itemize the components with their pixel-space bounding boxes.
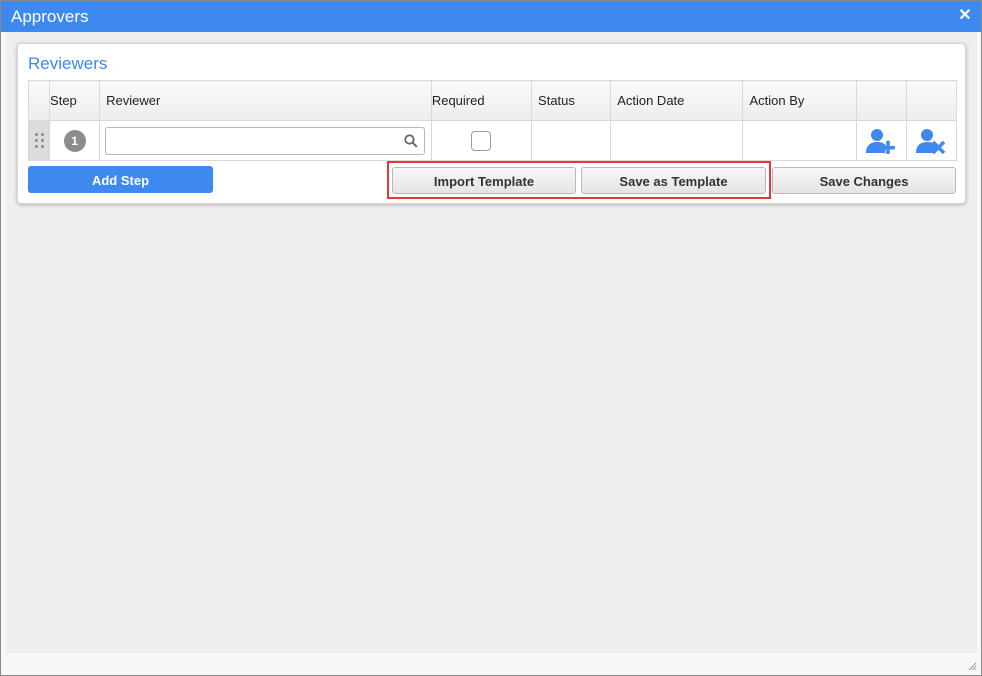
add-reviewer-cell — [855, 120, 907, 161]
status-cell — [531, 120, 612, 161]
panel-title: Reviewers — [28, 54, 108, 73]
header-add — [855, 80, 907, 121]
table-header-row: Step Reviewer Required Status Action Dat… — [27, 80, 958, 121]
save-changes-button[interactable]: Save Changes — [772, 167, 956, 194]
dialog-footer — [1, 653, 981, 675]
user-remove-icon[interactable] — [916, 128, 946, 154]
search-icon[interactable] — [404, 134, 418, 148]
remove-reviewer-cell — [905, 120, 958, 161]
reviewers-table: Step Reviewer Required Status Action Dat… — [27, 80, 958, 161]
table-row: 1 — [27, 120, 958, 161]
drag-cell[interactable] — [27, 120, 51, 161]
import-template-button[interactable]: Import Template — [392, 167, 576, 194]
header-remove — [905, 80, 958, 121]
required-cell — [430, 120, 533, 161]
reviewer-cell — [99, 120, 432, 161]
reviewer-search-box[interactable] — [105, 127, 426, 155]
resize-grip-icon[interactable] — [967, 661, 977, 671]
reviewer-search-input[interactable] — [106, 128, 397, 154]
dialog-title: Approvers — [11, 7, 89, 26]
user-plus-icon[interactable] — [866, 128, 896, 154]
header-status[interactable]: Status — [531, 80, 612, 121]
header-action-by[interactable]: Action By — [742, 80, 857, 121]
header-action-date[interactable]: Action Date — [610, 80, 744, 121]
header-reviewer[interactable]: Reviewer — [99, 80, 432, 121]
dialog-content: Reviewers Step Reviewer Required Status … — [6, 32, 977, 653]
title-bar: Approvers ✕ — [1, 1, 981, 32]
header-required[interactable]: Required — [430, 80, 533, 121]
close-icon[interactable]: ✕ — [957, 8, 973, 24]
header-step[interactable]: Step — [49, 80, 101, 121]
action-by-cell — [742, 120, 857, 161]
header-drag — [27, 80, 51, 121]
required-checkbox[interactable] — [471, 130, 492, 151]
save-as-template-button[interactable]: Save as Template — [581, 167, 766, 194]
add-step-button[interactable]: Add Step — [28, 166, 213, 193]
approvers-dialog: Approvers ✕ Reviewers Step Reviewer Requ… — [0, 0, 982, 676]
action-date-cell — [610, 120, 744, 161]
drag-handle-icon[interactable] — [35, 133, 45, 149]
step-cell: 1 — [49, 120, 101, 161]
step-number-badge: 1 — [63, 129, 86, 152]
